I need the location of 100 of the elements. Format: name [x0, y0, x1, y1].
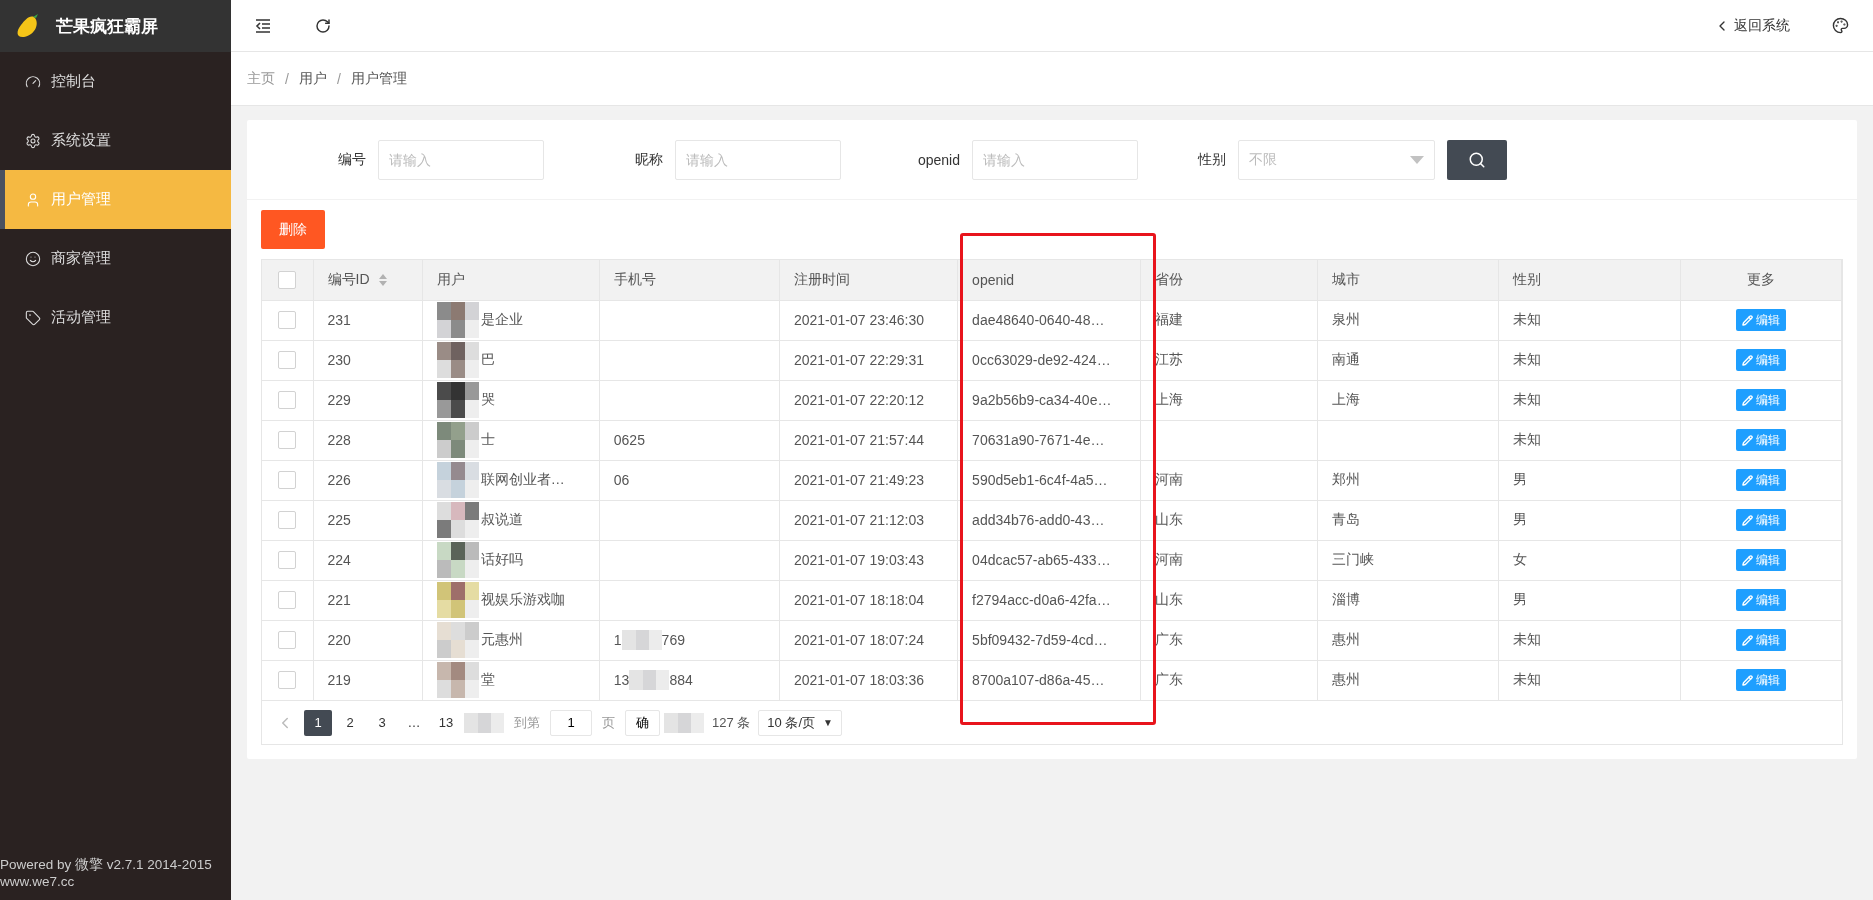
breadcrumb-link[interactable]: 用户 — [298, 69, 327, 88]
breadcrumb-link[interactable]: 用户管理 — [350, 69, 407, 88]
page-button[interactable]: 2 — [336, 709, 364, 736]
sidebar-item[interactable]: 活动管理 — [0, 288, 231, 347]
table-cell: 2021-01-07 18:03:36 — [793, 672, 924, 689]
table-cell: 男 — [1512, 511, 1527, 527]
table-cell: 郑州 — [1332, 471, 1361, 487]
row-checkbox[interactable] — [278, 631, 296, 649]
brand-title: 芒果疯狂霸屏 — [56, 15, 158, 38]
table-cell: 是企业 — [480, 311, 523, 329]
sidebar-item[interactable]: 系统设置 — [0, 111, 231, 170]
filter-input[interactable]: 请输入 — [378, 139, 544, 180]
row-checkbox[interactable] — [278, 431, 296, 449]
table-cell: 叔说道 — [480, 511, 523, 529]
search-button[interactable] — [1447, 139, 1507, 180]
table-cell: 221 — [327, 592, 351, 608]
theme-button[interactable] — [1832, 17, 1849, 34]
row-checkbox[interactable] — [278, 391, 296, 409]
breadcrumb-separator: / — [336, 70, 341, 87]
column-header: 省份 — [1155, 270, 1184, 287]
row-checkbox[interactable] — [278, 551, 296, 569]
table-cell: 2021-01-07 18:18:04 — [793, 592, 924, 608]
page-input[interactable]: 1 — [550, 709, 592, 736]
row-checkbox[interactable] — [278, 511, 296, 529]
table-cell: 巴 — [480, 351, 495, 369]
table-cell: 江苏 — [1155, 351, 1184, 367]
sort-icon[interactable] — [377, 273, 388, 288]
table-cell: 590d5eb1-6c4f-4a5… — [972, 472, 1108, 488]
page-button[interactable]: 13 — [432, 709, 460, 736]
pencil-icon — [1741, 434, 1753, 446]
page-button[interactable]: … — [400, 709, 428, 736]
gauge-icon — [25, 73, 41, 90]
row-checkbox[interactable] — [278, 351, 296, 369]
settings-icon — [25, 132, 41, 149]
filter-input[interactable]: 请输入 — [675, 139, 841, 180]
table-cell: 堂 — [480, 671, 495, 690]
confirm-button[interactable]: 确 — [625, 709, 660, 736]
table-cell: 9a2b56b9-ca34-40e… — [972, 392, 1112, 408]
smiley-icon — [25, 250, 41, 267]
filter-input[interactable]: 请输入 — [972, 139, 1138, 180]
table-cell: 哭 — [480, 391, 495, 409]
table-cell: 未知 — [1512, 311, 1541, 327]
table-cell: 山东 — [1155, 591, 1184, 607]
table-cell: 70631a90-7671-4e… — [972, 432, 1105, 448]
table-cell: 219 — [327, 672, 351, 689]
table-cell: 视娱乐游戏咖 — [480, 591, 565, 609]
user-icon — [25, 191, 41, 208]
pencil-icon — [1741, 594, 1753, 606]
table-cell: 231 — [327, 312, 351, 328]
page-size-select[interactable]: 10 条/页 ▼ — [758, 709, 842, 736]
table-cell: 2021-01-07 18:07:24 — [793, 632, 924, 648]
row-checkbox[interactable] — [278, 471, 296, 489]
table-cell: 女 — [1512, 551, 1527, 567]
table-cell: 220 — [327, 632, 351, 648]
table-cell: 13 — [613, 672, 630, 689]
sidebar-item[interactable]: 控制台 — [0, 52, 231, 111]
table-cell: 淄博 — [1332, 591, 1361, 607]
table-cell: 未知 — [1512, 631, 1541, 647]
page-unit: 页 — [602, 713, 615, 732]
table-cell: 广东 — [1155, 631, 1184, 647]
column-header: 用户 — [436, 270, 465, 287]
table-cell: 士 — [480, 431, 495, 449]
pencil-icon — [1741, 554, 1753, 566]
table-cell: 未知 — [1512, 351, 1541, 367]
page-button[interactable]: 3 — [368, 709, 396, 736]
filter-label: 性别 — [1198, 150, 1226, 169]
filter-label: 编号 — [338, 150, 366, 169]
table-cell: dae48640-0640-48… — [972, 312, 1105, 328]
table-cell: 联网创业者… — [480, 471, 565, 489]
column-header: openid — [972, 271, 1015, 288]
pencil-icon — [1741, 514, 1753, 526]
table-cell: 228 — [327, 432, 351, 448]
table-cell: 男 — [1512, 591, 1527, 607]
sidebar-item[interactable]: 商家管理 — [0, 229, 231, 288]
table-cell: 229 — [327, 392, 351, 408]
table-cell: add34b76-add0-43… — [972, 512, 1105, 528]
table-cell: 2021-01-07 22:29:31 — [793, 352, 924, 368]
column-header: 性别 — [1512, 270, 1541, 287]
pencil-icon — [1741, 674, 1753, 686]
table-cell: 5bf09432-7d59-4cd… — [972, 632, 1108, 648]
search-icon — [1468, 150, 1486, 169]
table-cell: 06 — [613, 472, 630, 488]
select-all-checkbox[interactable] — [278, 270, 296, 289]
column-header: 更多 — [1746, 270, 1775, 287]
table-cell: 8700a107-d86a-45… — [972, 672, 1105, 689]
table-cell: 2021-01-07 22:20:12 — [793, 392, 924, 408]
table-cell: 男 — [1512, 471, 1527, 487]
row-checkbox[interactable] — [278, 671, 296, 690]
table-cell: 04dcac57-ab65-433… — [972, 552, 1111, 568]
table-cell: 广东 — [1155, 671, 1184, 688]
table-cell: 未知 — [1512, 391, 1541, 407]
row-checkbox[interactable] — [278, 311, 296, 329]
page-button[interactable]: 1 — [304, 709, 332, 736]
back-link[interactable]: 返回系统 — [1714, 16, 1790, 35]
column-header[interactable]: 编号ID — [327, 270, 370, 287]
refresh-icon — [315, 17, 331, 34]
row-checkbox[interactable] — [278, 591, 296, 609]
table-cell: 884 — [669, 672, 693, 689]
table-cell: 上海 — [1155, 391, 1184, 407]
table-cell: 泉州 — [1332, 311, 1361, 327]
